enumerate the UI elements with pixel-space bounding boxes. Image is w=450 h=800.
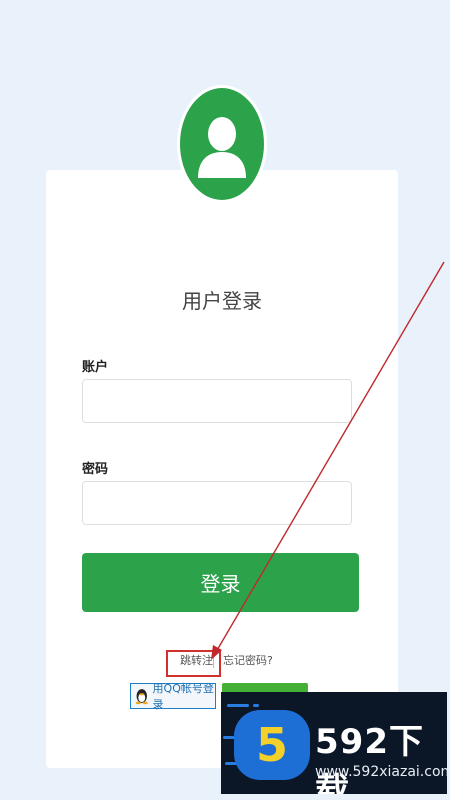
annotation-arrow: [211, 261, 445, 660]
watermark-streak: [227, 704, 249, 707]
watermark-logo-glyph: 5: [255, 718, 288, 772]
watermark-brand: 592下载: [315, 722, 424, 794]
watermark-logo: 5: [234, 710, 310, 780]
watermark-streak: [253, 704, 259, 707]
watermark-url: www.592xiazai.com: [315, 764, 447, 780]
watermark-badge: 5 592下载 www.592xiazai.com: [221, 692, 447, 794]
